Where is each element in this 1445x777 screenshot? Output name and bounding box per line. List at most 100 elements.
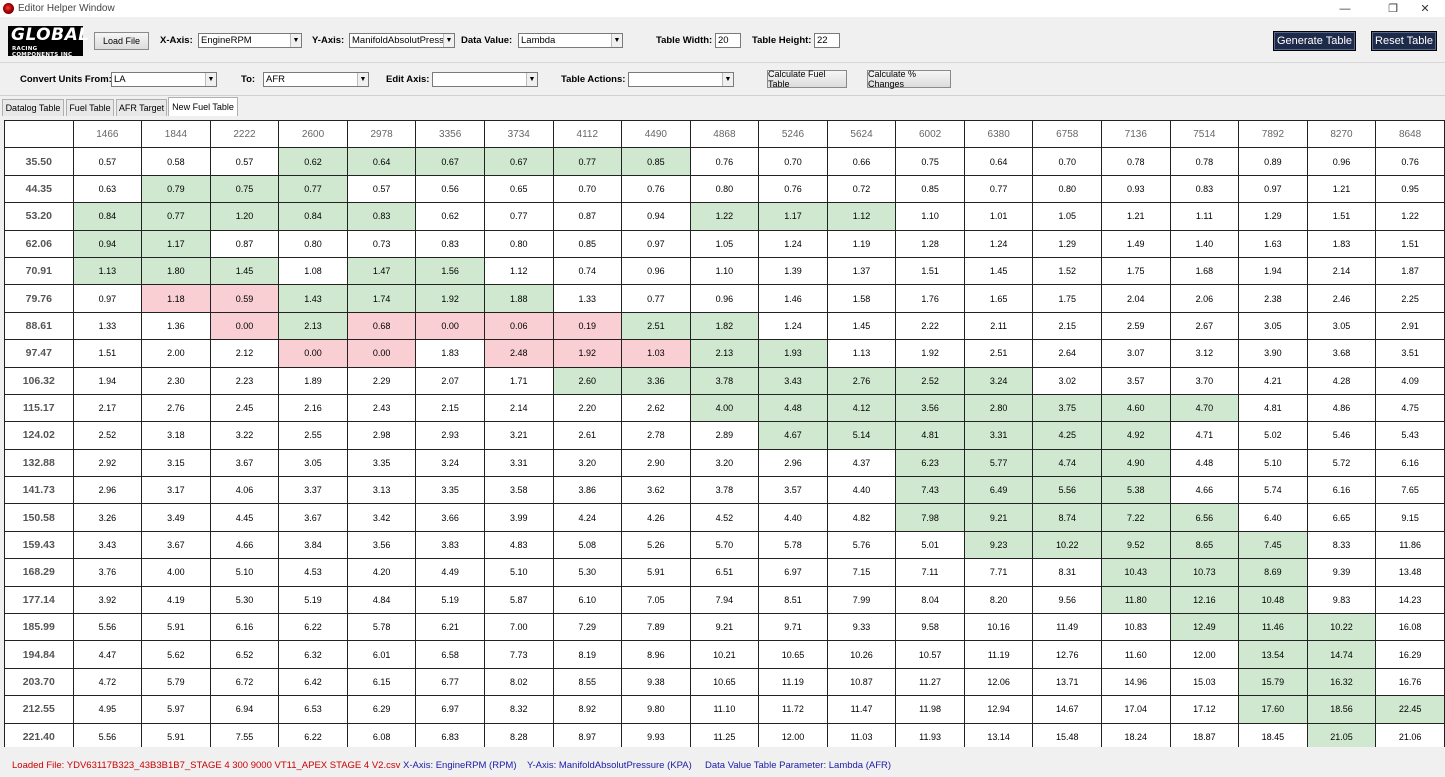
load-file-button[interactable]: Load File bbox=[94, 32, 149, 50]
table-cell[interactable]: 3.24 bbox=[963, 366, 1034, 395]
table-cell[interactable]: 2.13 bbox=[278, 311, 348, 341]
table-cell[interactable]: 2.06 bbox=[1169, 284, 1240, 313]
table-cell[interactable]: 0.95 bbox=[1375, 174, 1445, 204]
table-cell[interactable]: 11.19 bbox=[963, 640, 1034, 669]
table-cell[interactable]: 4.48 bbox=[758, 393, 828, 423]
table-cell[interactable]: 2.38 bbox=[1238, 284, 1308, 313]
table-cell[interactable]: 6.01 bbox=[346, 640, 417, 669]
column-header[interactable]: 4112 bbox=[552, 119, 623, 149]
table-cell[interactable]: 7.73 bbox=[483, 640, 554, 669]
table-cell[interactable]: 6.72 bbox=[209, 667, 280, 697]
table-cell[interactable]: 2.46 bbox=[1306, 284, 1377, 313]
table-cell[interactable]: 0.80 bbox=[483, 229, 554, 258]
tab-fuel-table[interactable]: Fuel Table bbox=[66, 99, 114, 116]
minimize-icon[interactable]: — bbox=[1325, 0, 1365, 17]
table-cell[interactable]: 3.05 bbox=[278, 448, 348, 478]
table-cell[interactable]: 1.80 bbox=[141, 256, 211, 286]
row-header[interactable]: 194.84 bbox=[4, 640, 74, 669]
table-cell[interactable]: 6.16 bbox=[1306, 476, 1377, 505]
table-cell[interactable]: 6.97 bbox=[758, 558, 828, 587]
table-cell[interactable]: 3.57 bbox=[758, 476, 828, 505]
table-cell[interactable]: 0.83 bbox=[415, 229, 485, 258]
table-cell[interactable]: 1.56 bbox=[415, 256, 485, 286]
table-cell[interactable]: 7.00 bbox=[483, 613, 554, 642]
row-header[interactable]: 53.20 bbox=[4, 202, 74, 231]
table-cell[interactable]: 5.10 bbox=[1238, 448, 1308, 478]
table-cell[interactable]: 0.94 bbox=[72, 229, 143, 258]
table-cell[interactable]: 1.21 bbox=[1306, 174, 1377, 204]
table-cell[interactable]: 11.47 bbox=[826, 695, 897, 724]
table-cell[interactable]: 6.42 bbox=[278, 667, 348, 697]
table-cell[interactable]: 2.11 bbox=[963, 311, 1034, 341]
table-cell[interactable]: 5.91 bbox=[141, 613, 211, 642]
table-cell[interactable]: 1.19 bbox=[826, 229, 897, 258]
table-cell[interactable]: 4.49 bbox=[415, 558, 485, 587]
table-cell[interactable]: 0.56 bbox=[415, 174, 485, 204]
table-cell[interactable]: 1.13 bbox=[72, 256, 143, 286]
table-cell[interactable]: 11.27 bbox=[895, 667, 965, 697]
table-cell[interactable]: 9.39 bbox=[1306, 558, 1377, 587]
table-cell[interactable]: 3.05 bbox=[1306, 311, 1377, 341]
table-cell[interactable]: 3.56 bbox=[895, 393, 965, 423]
table-cell[interactable]: 3.58 bbox=[483, 476, 554, 505]
table-cell[interactable]: 2.14 bbox=[483, 393, 554, 423]
table-cell[interactable]: 3.15 bbox=[141, 448, 211, 478]
table-cell[interactable]: 0.65 bbox=[483, 174, 554, 204]
table-cell[interactable]: 4.24 bbox=[552, 503, 623, 532]
table-cell[interactable]: 2.45 bbox=[209, 393, 280, 423]
table-cell[interactable]: 8.65 bbox=[1169, 530, 1240, 560]
table-cell[interactable]: 3.26 bbox=[72, 503, 143, 532]
table-cell[interactable]: 0.59 bbox=[209, 284, 280, 313]
table-cell[interactable]: 9.33 bbox=[826, 613, 897, 642]
table-cell[interactable]: 0.06 bbox=[483, 311, 554, 341]
table-cell[interactable]: 1.46 bbox=[758, 284, 828, 313]
table-cell[interactable]: 2.64 bbox=[1032, 339, 1102, 368]
table-cell[interactable]: 3.21 bbox=[483, 421, 554, 450]
tab-datalog-table[interactable]: Datalog Table bbox=[2, 99, 64, 116]
table-cell[interactable]: 0.62 bbox=[415, 202, 485, 231]
table-cell[interactable]: 1.33 bbox=[72, 311, 143, 341]
table-cell[interactable]: 1.63 bbox=[1238, 229, 1308, 258]
column-header[interactable]: 8270 bbox=[1306, 119, 1377, 149]
row-header[interactable]: 106.32 bbox=[4, 366, 74, 395]
table-cell[interactable]: 7.89 bbox=[621, 613, 691, 642]
tab-afr-target[interactable]: AFR Target bbox=[116, 99, 167, 116]
table-cell[interactable]: 22.45 bbox=[1375, 695, 1445, 724]
data-value-select[interactable]: Lambda ▼ bbox=[518, 33, 623, 48]
table-cell[interactable]: 12.49 bbox=[1169, 613, 1240, 642]
table-cell[interactable]: 3.43 bbox=[758, 366, 828, 395]
table-cell[interactable]: 10.26 bbox=[826, 640, 897, 669]
table-cell[interactable]: 5.78 bbox=[758, 530, 828, 560]
table-cell[interactable]: 0.19 bbox=[552, 311, 623, 341]
table-cell[interactable]: 7.22 bbox=[1101, 503, 1171, 532]
column-header[interactable]: 7514 bbox=[1169, 119, 1240, 149]
table-cell[interactable]: 9.15 bbox=[1375, 503, 1445, 532]
table-cell[interactable]: 1.83 bbox=[415, 339, 485, 368]
table-cell[interactable]: 0.76 bbox=[621, 174, 691, 204]
table-cell[interactable]: 8.69 bbox=[1238, 558, 1308, 587]
table-cell[interactable]: 12.16 bbox=[1169, 585, 1240, 615]
table-cell[interactable]: 3.35 bbox=[346, 448, 417, 478]
table-cell[interactable]: 0.96 bbox=[621, 256, 691, 286]
table-cell[interactable]: 0.89 bbox=[1238, 147, 1308, 176]
table-cell[interactable]: 5.97 bbox=[141, 695, 211, 724]
table-cell[interactable]: 4.86 bbox=[1306, 393, 1377, 423]
table-cell[interactable]: 4.40 bbox=[826, 476, 897, 505]
table-cell[interactable]: 0.57 bbox=[346, 174, 417, 204]
table-cell[interactable]: 0.83 bbox=[1169, 174, 1240, 204]
table-cell[interactable]: 2.51 bbox=[963, 339, 1034, 368]
calculate-fuel-table-button[interactable]: Calculate Fuel Table bbox=[767, 69, 847, 89]
table-cell[interactable]: 1.71 bbox=[483, 366, 554, 395]
table-cell[interactable]: 8.19 bbox=[552, 640, 623, 669]
table-cell[interactable]: 0.96 bbox=[689, 284, 760, 313]
table-cell[interactable]: 10.65 bbox=[758, 640, 828, 669]
table-cell[interactable]: 2.76 bbox=[826, 366, 897, 395]
table-cell[interactable]: 3.83 bbox=[415, 530, 485, 560]
table-cell[interactable]: 0.62 bbox=[278, 147, 348, 176]
table-cell[interactable]: 1.24 bbox=[758, 229, 828, 258]
table-cell[interactable]: 1.17 bbox=[141, 229, 211, 258]
row-header[interactable]: 88.61 bbox=[4, 311, 74, 341]
table-cell[interactable]: 1.47 bbox=[346, 256, 417, 286]
table-cell[interactable]: 11.19 bbox=[758, 667, 828, 697]
x-axis-select[interactable]: EngineRPM ▼ bbox=[198, 33, 302, 48]
